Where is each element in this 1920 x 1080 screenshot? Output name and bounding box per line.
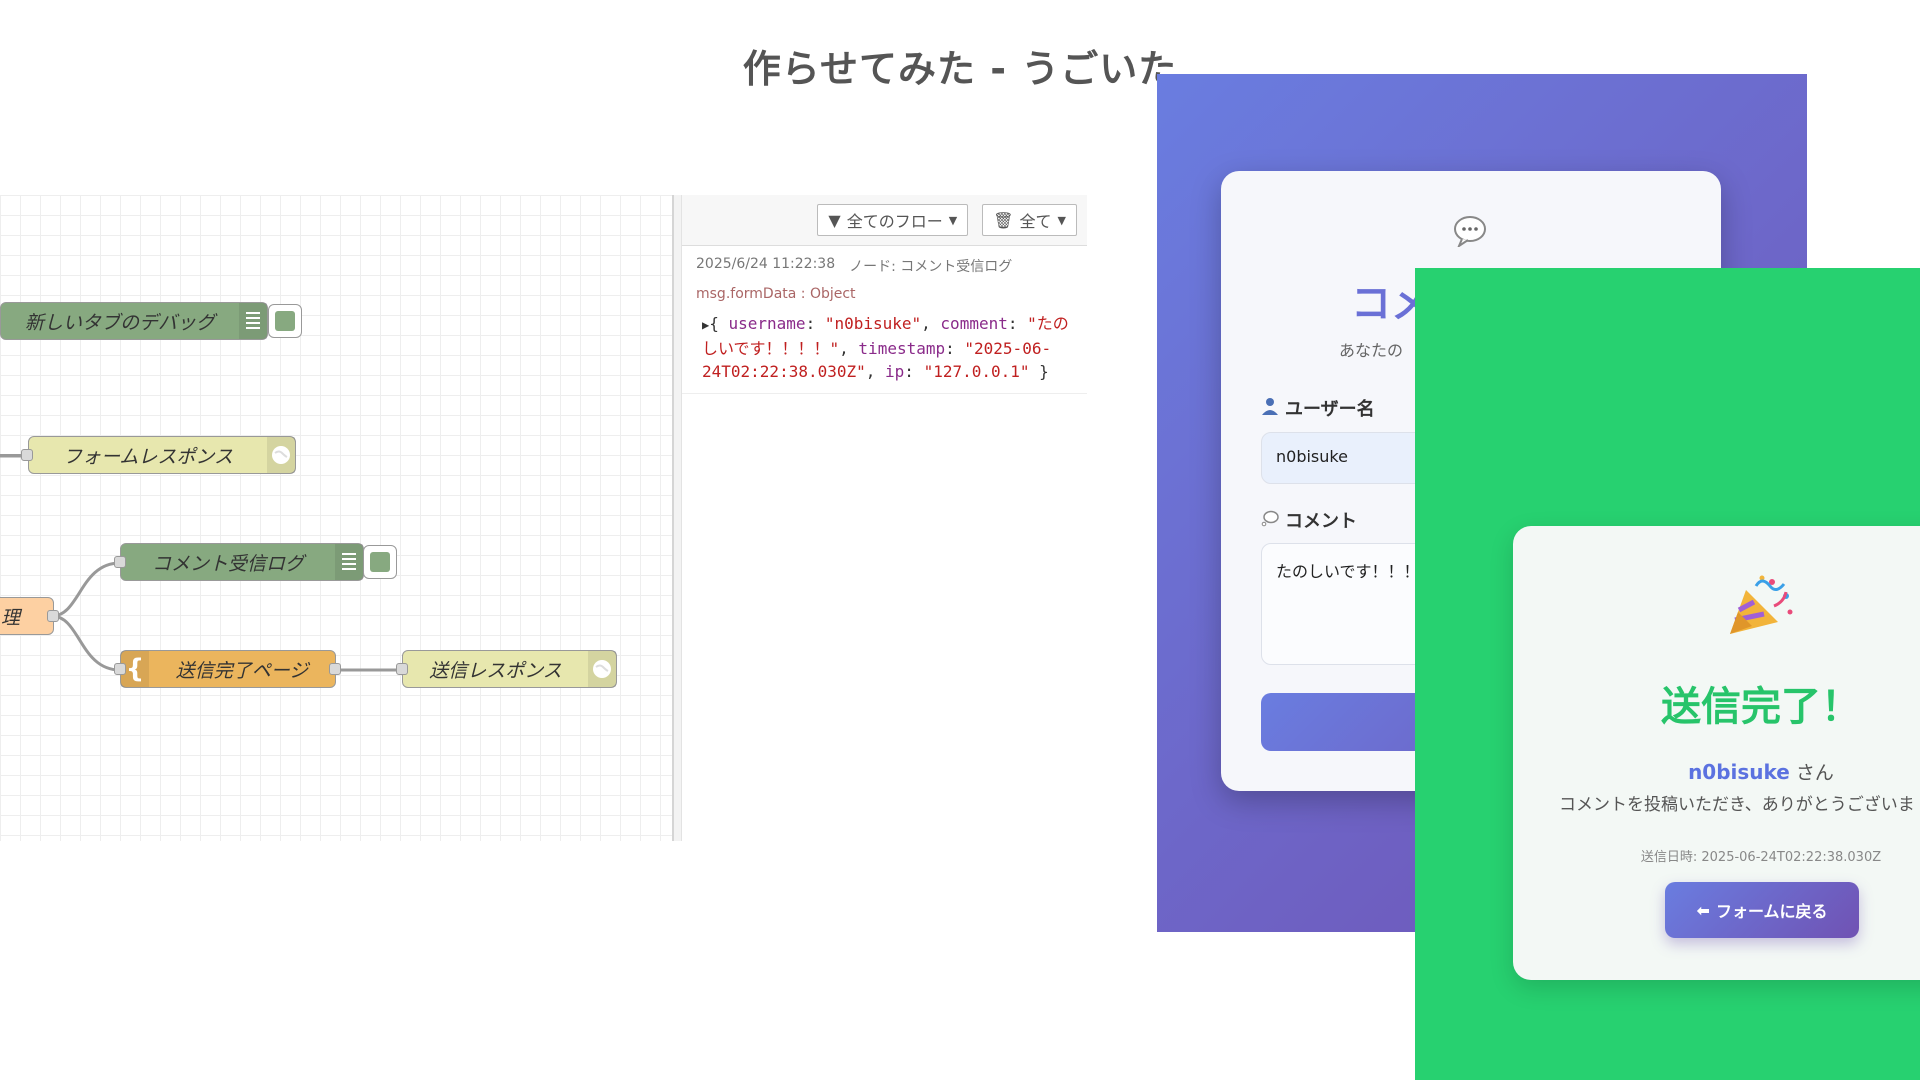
filter-icon: ▼ [828, 210, 841, 230]
success-message: コメントを投稿いただき、ありがとうございま [1559, 795, 1915, 815]
payload-value: "n0bisuke" [824, 314, 922, 333]
comment-label: コメント [1261, 507, 1357, 533]
payload-key: comment [940, 314, 1008, 333]
payload-key: username [728, 314, 806, 333]
user-icon [1261, 397, 1279, 420]
payload-key: timestamp [858, 339, 946, 358]
globe-icon [588, 651, 616, 687]
comment-label-text: コメント [1285, 511, 1357, 532]
back-to-form-button[interactable]: ⬅ フォームに戻る [1665, 882, 1859, 938]
form-subtitle: あなたの [1339, 341, 1404, 360]
thought-bubble-icon [1261, 509, 1279, 532]
payload-value: "127.0.0.1" [923, 362, 1030, 381]
debug-toggle-button[interactable] [268, 304, 302, 338]
debug-toggle-button[interactable] [363, 545, 397, 579]
clear-messages-dropdown[interactable]: 🗑 全て ▼ [982, 204, 1077, 236]
filter-label: 全てのフロー [846, 212, 943, 231]
input-port[interactable] [114, 663, 126, 675]
clear-label: 全て [1019, 212, 1052, 231]
node-label: 理 [1, 606, 21, 629]
caret-down-icon: ▼ [948, 213, 958, 227]
flow-node-complete-page[interactable]: { 送信完了ページ [120, 650, 336, 688]
back-arrow-icon: ⬅ [1696, 900, 1710, 920]
debug-toolbar: ▼ 全てのフロー ▼ 🗑 全て ▼ [682, 195, 1087, 246]
success-title: 送信完了！ [1661, 684, 1861, 730]
username-label-text: ユーザー名 [1285, 399, 1375, 420]
flow-node-debug-tab[interactable]: 新しいタブのデバッグ [0, 302, 268, 340]
debug-message[interactable]: 2025/6/24 11:22:38 ノード: コメント受信ログ msg.for… [682, 246, 1087, 394]
wire-stub [0, 454, 22, 457]
flow-node-send-response[interactable]: 送信レスポンス [402, 650, 617, 688]
success-greeting: n0bisuke さん [1513, 758, 1920, 785]
party-popper-icon [1726, 572, 1796, 642]
node-label: 送信レスポンス [429, 659, 562, 682]
success-sent-at: 送信日時: 2025-06-24T02:22:38.030Z [1640, 850, 1882, 865]
expand-caret-icon[interactable]: ▶ [702, 318, 709, 332]
debug-node-name[interactable]: ノード: コメント受信ログ [849, 256, 1012, 276]
list-icon [239, 303, 267, 339]
payload-key: ip [885, 362, 905, 381]
back-button-label: フォームに戻る [1715, 902, 1828, 921]
globe-icon [267, 437, 295, 473]
flow-wires [0, 454, 402, 672]
success-window: 送信完了！ n0bisuke さん コメントを投稿いただき、ありがとうございま … [1415, 268, 1920, 1080]
debug-message-meta: 2025/6/24 11:22:38 ノード: コメント受信ログ [696, 256, 1073, 276]
flow-node-process[interactable]: 理 [0, 597, 54, 635]
debug-payload[interactable]: ▶{ username: "n0bisuke", comment: "たのしいで… [696, 312, 1073, 383]
debug-topic: msg.formData : Object [696, 286, 856, 302]
speech-bubble-icon [1453, 215, 1487, 251]
flow-node-comment-log[interactable]: コメント受信ログ [120, 543, 364, 581]
input-port[interactable] [396, 663, 408, 675]
debug-timestamp: 2025/6/24 11:22:38 [696, 256, 836, 272]
node-label: フォームレスポンス [62, 445, 234, 468]
trash-icon: 🗑 [993, 210, 1014, 230]
username-label: ユーザー名 [1261, 395, 1375, 421]
input-port[interactable] [114, 556, 126, 568]
debug-sidebar: ▼ 全てのフロー ▼ 🗑 全て ▼ 2025/6/24 11:22:38 ノード… [682, 195, 1087, 841]
sidebar-resize-handle[interactable] [672, 195, 682, 841]
node-label: コメント受信ログ [151, 552, 304, 575]
caret-down-icon: ▼ [1057, 213, 1066, 227]
output-port[interactable] [329, 663, 341, 675]
input-port[interactable] [21, 449, 33, 461]
node-label: 送信完了ページ [175, 659, 309, 682]
flow-node-form-response[interactable]: フォームレスポンス [28, 436, 296, 474]
success-honorific: さん [1795, 762, 1834, 784]
list-icon [335, 544, 363, 580]
output-port[interactable] [47, 610, 59, 622]
filter-flows-dropdown[interactable]: ▼ 全てのフロー ▼ [817, 204, 969, 236]
success-username: n0bisuke [1688, 760, 1790, 784]
success-card: 送信完了！ n0bisuke さん コメントを投稿いただき、ありがとうございま … [1513, 526, 1920, 980]
node-label: 新しいタブのデバッグ [24, 311, 215, 334]
